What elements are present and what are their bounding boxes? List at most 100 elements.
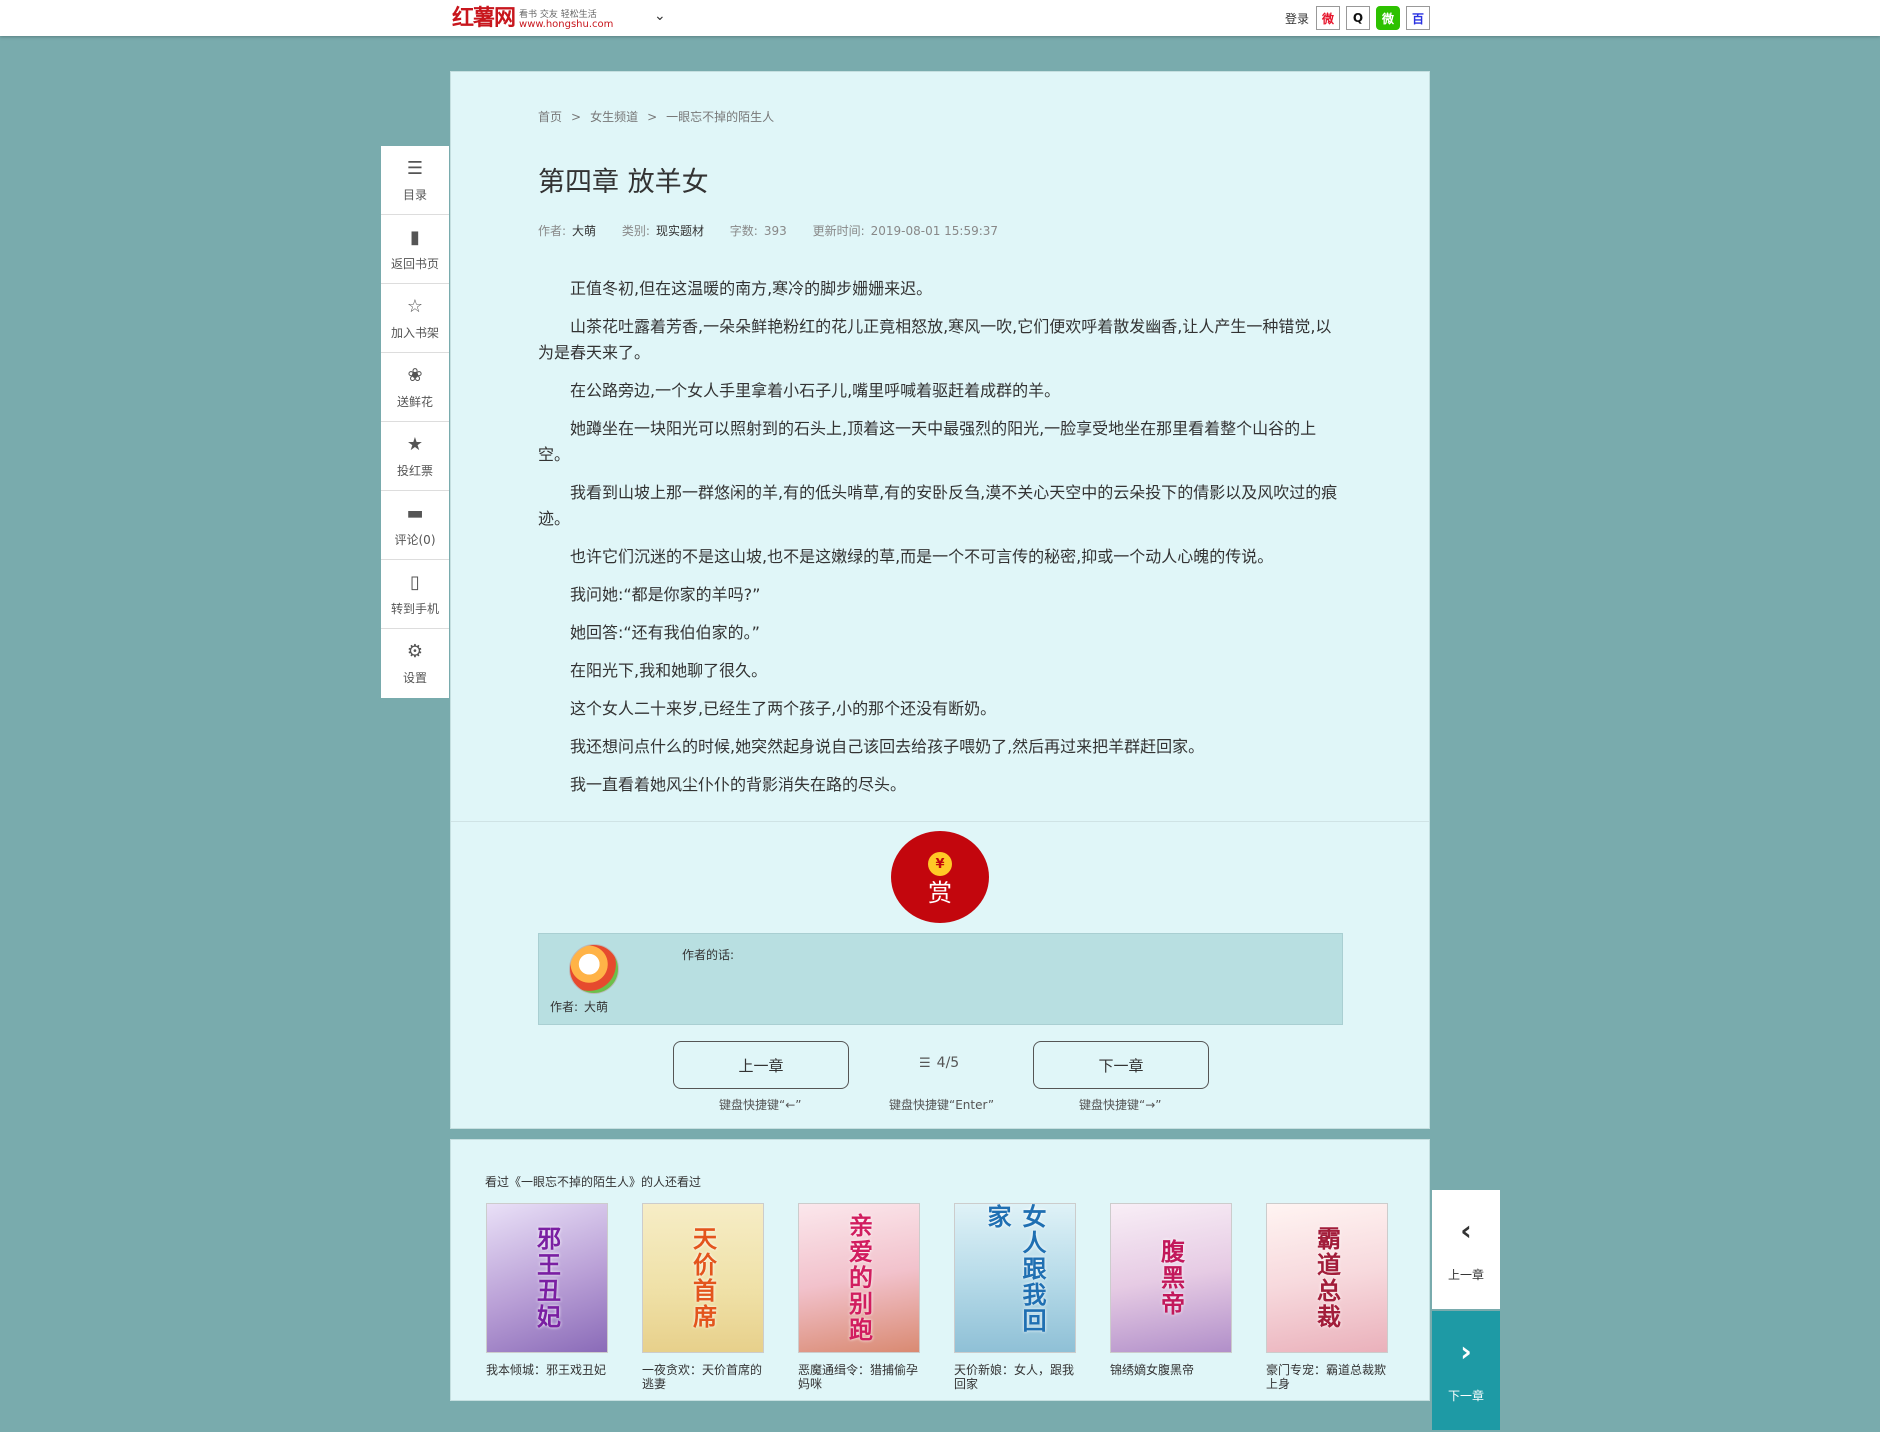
chapter-progress[interactable]: ☰ 4/5 <box>919 1055 959 1071</box>
chapter-content: 正值冬初,但在这温暖的南方,寒冷的脚步姗姗来迟。 山茶花吐露着芳香,一朵朵鲜艳粉… <box>538 276 1343 810</box>
baidu-icon[interactable]: 百 <box>1406 6 1430 30</box>
chevron-left-icon: ‹ <box>1460 1214 1472 1247</box>
author-name[interactable]: 大萌 <box>584 1000 608 1014</box>
book-cover[interactable]: 腹黑帝 <box>1110 1203 1232 1353</box>
book-title[interactable]: 一夜贪欢：天价首席的逃妻 <box>642 1363 764 1391</box>
author-name[interactable]: 大萌 <box>572 224 596 238</box>
logo-url: www.hongshu.com <box>519 19 614 30</box>
comment-icon: ▬ <box>406 502 424 524</box>
chevron-right-icon: › <box>1460 1335 1472 1368</box>
float-prev-label: 上一章 <box>1447 1268 1484 1282</box>
gear-icon: ⚙ <box>406 641 424 662</box>
sidebar-item-add-shelf[interactable]: ☆ 加入书架 <box>381 284 449 353</box>
book-card[interactable]: 霸道总裁 豪门专宠：霸道总裁欺上身 <box>1266 1203 1388 1391</box>
book-icon: ▮ <box>410 226 420 248</box>
paragraph: 我一直看着她风尘仆仆的背影消失在路的尽头。 <box>570 775 907 794</box>
cover-title: 天价首席 <box>688 1226 718 1330</box>
qq-icon[interactable]: Q <box>1346 6 1370 30</box>
side-menu: ☰ 目录 ▮ 返回书页 ☆ 加入书架 ❀ 送鲜花 ★ 投红票 ▬ 评论(0) ▯… <box>381 146 449 698</box>
cover-title: 腹黑帝 <box>1156 1239 1186 1317</box>
sidebar-item-label: 转到手机 <box>390 601 439 616</box>
book-card[interactable]: 女人跟我回家 天价新娘：女人，跟我回家 <box>954 1203 1076 1391</box>
float-prev-chapter-button[interactable]: ‹ 上一章 <box>1432 1190 1500 1309</box>
book-title[interactable]: 豪门专宠：霸道总裁欺上身 <box>1266 1363 1388 1391</box>
list-icon: ☰ <box>406 157 424 179</box>
paragraph: 在阳光下,我和她聊了很久。 <box>570 661 768 680</box>
breadcrumb-channel[interactable]: 女生频道 <box>590 110 638 124</box>
star-icon: ☆ <box>406 295 424 317</box>
list-icon: ☰ <box>919 1055 931 1071</box>
chevron-down-icon[interactable]: ⌄ <box>654 8 666 24</box>
book-cover[interactable]: 邪王丑妃 <box>486 1203 608 1353</box>
book-cover[interactable]: 霸道总裁 <box>1266 1203 1388 1353</box>
book-card[interactable]: 天价首席 一夜贪欢：天价首席的逃妻 <box>642 1203 764 1391</box>
sidebar-item-label: 投红票 <box>396 463 433 478</box>
recommendation-panel: 看过《一眼忘不掉的陌生人》的人还看过 邪王丑妃 我本倾城：邪王戏丑妃 天价首席 … <box>450 1139 1430 1401</box>
sidebar-item-vote-ticket[interactable]: ★ 投红票 <box>381 422 449 491</box>
avatar[interactable] <box>569 944 619 994</box>
cover-title: 邪王丑妃 <box>532 1226 562 1330</box>
sidebar-item-label: 设置 <box>402 671 427 685</box>
wordcount-label: 字数: <box>729 224 758 238</box>
paragraph: 在公路旁边,一个女人手里拿着小石子儿,嘴里呼喊着驱赶着成群的羊。 <box>570 381 1061 400</box>
sidebar-item-label: 加入书架 <box>390 325 439 340</box>
divider <box>451 821 1429 822</box>
paragraph: 我问她:“都是你家的羊吗?” <box>570 585 761 604</box>
paragraph: 山茶花吐露着芳香,一朵朵鲜艳粉红的花儿正竟相怒放,寒风一吹,它们便欢呼着散发幽香… <box>538 317 1332 362</box>
recommendation-title: 看过《一眼忘不掉的陌生人》的人还看过 <box>485 1175 702 1189</box>
enter-shortcut-hint: 键盘快捷键“Enter” <box>889 1098 995 1112</box>
float-next-chapter-button[interactable]: › 下一章 <box>1432 1311 1500 1430</box>
sidebar-item-settings[interactable]: ⚙ 设置 <box>381 629 449 698</box>
book-cover[interactable]: 亲爱的别跑 <box>798 1203 920 1353</box>
breadcrumb-separator: > <box>647 110 658 124</box>
sidebar-item-catalog[interactable]: ☰ 目录 <box>381 146 449 215</box>
sidebar-item-label: 返回书页 <box>390 256 439 271</box>
author-label: 作者: <box>550 1000 579 1014</box>
sidebar-item-send-flower[interactable]: ❀ 送鲜花 <box>381 353 449 422</box>
next-shortcut-hint: 键盘快捷键“→” <box>1079 1098 1162 1112</box>
book-cover[interactable]: 女人跟我回家 <box>954 1203 1076 1353</box>
breadcrumb-home[interactable]: 首页 <box>538 110 562 124</box>
book-title[interactable]: 天价新娘：女人，跟我回家 <box>954 1363 1076 1391</box>
cover-title: 女人跟我回家 <box>983 1204 1047 1334</box>
flower-icon: ❀ <box>407 364 423 386</box>
phone-icon: ▯ <box>410 571 420 593</box>
category-value[interactable]: 现实题材 <box>656 224 704 238</box>
weibo-icon[interactable]: 微 <box>1316 6 1340 30</box>
book-card[interactable]: 腹黑帝 锦绣嫡女腹黑帝 <box>1110 1203 1232 1377</box>
prev-chapter-button[interactable]: 上一章 <box>673 1041 849 1089</box>
book-title[interactable]: 恶魔通缉令：猎捕偷孕妈咪 <box>798 1363 920 1391</box>
site-logo[interactable]: 红薯网 看书 交友 轻松生活 www.hongshu.com <box>452 6 613 30</box>
sidebar-item-back-to-book[interactable]: ▮ 返回书页 <box>381 215 449 284</box>
book-title[interactable]: 我本倾城：邪王戏丑妃 <box>486 1363 608 1377</box>
book-card[interactable]: 亲爱的别跑 恶魔通缉令：猎捕偷孕妈咪 <box>798 1203 920 1391</box>
paragraph: 正值冬初,但在这温暖的南方,寒冷的脚步姗姗来迟。 <box>570 279 933 298</box>
book-title[interactable]: 锦绣嫡女腹黑帝 <box>1110 1363 1232 1377</box>
book-card[interactable]: 邪王丑妃 我本倾城：邪王戏丑妃 <box>486 1203 608 1377</box>
wechat-icon[interactable]: 微 <box>1376 6 1400 30</box>
paragraph: 我看到山坡上那一群悠闲的羊,有的低头啃草,有的安卧反刍,漠不关心天空中的云朵投下… <box>538 483 1338 528</box>
book-cover[interactable]: 天价首席 <box>642 1203 764 1353</box>
top-bar: 红薯网 看书 交友 轻松生活 www.hongshu.com ⌄ 登录 微 Q … <box>0 0 1880 36</box>
float-next-label: 下一章 <box>1447 1389 1484 1403</box>
author-label: 作者: <box>538 224 567 238</box>
category-label: 类别: <box>621 224 650 238</box>
updated-value: 2019-08-01 15:59:37 <box>870 224 999 238</box>
breadcrumb-book[interactable]: 一眼忘不掉的陌生人 <box>666 110 774 124</box>
paragraph: 她蹲坐在一块阳光可以照射到的石头上,顶着这一天中最强烈的阳光,一脸享受地坐在那里… <box>538 419 1317 464</box>
sidebar-item-label: 评论(0) <box>394 532 436 547</box>
sidebar-item-comments[interactable]: ▬ 评论(0) <box>381 491 449 560</box>
chapter-title: 第四章 放羊女 <box>538 167 709 198</box>
author-words-label: 作者的话: <box>682 948 735 962</box>
login-link[interactable]: 登录 <box>1285 10 1309 27</box>
logo-text: 红薯网 <box>452 5 516 31</box>
reward-button[interactable]: ¥ 赏 <box>891 831 989 923</box>
breadcrumb-separator: > <box>571 110 582 124</box>
next-chapter-button[interactable]: 下一章 <box>1033 1041 1209 1089</box>
reward-label: 赏 <box>928 879 952 907</box>
author-note-box: 作者: 大萌 作者的话: <box>538 933 1343 1025</box>
reading-panel: 首页 > 女生频道 > 一眼忘不掉的陌生人 第四章 放羊女 作者: 大萌 类别: 现实题材 … <box>450 71 1430 1129</box>
sidebar-item-to-phone[interactable]: ▯ 转到手机 <box>381 560 449 629</box>
wordcount-value: 393 <box>763 224 787 238</box>
paragraph: 也许它们沉迷的不是这山坡,也不是这嫩绿的草,而是一个不可言传的秘密,抑或一个动人… <box>570 547 1274 566</box>
